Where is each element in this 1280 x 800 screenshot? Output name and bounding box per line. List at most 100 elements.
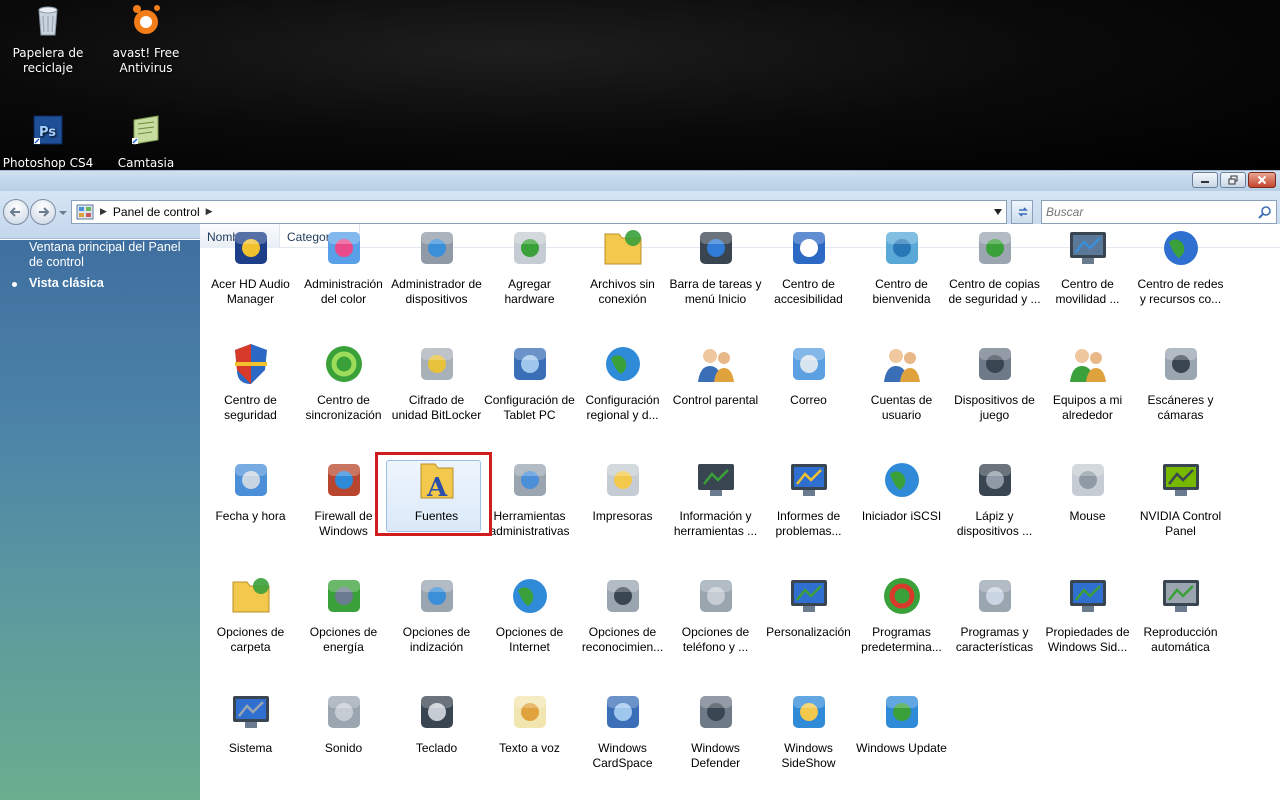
control-panel-item[interactable]: Opciones de indización: [390, 572, 483, 657]
parental-control-icon: [697, 349, 734, 382]
desktop-icon-camtasia[interactable]: Camtasia Studio 6: [98, 112, 194, 172]
control-panel-item[interactable]: Opciones de Internet: [483, 572, 576, 657]
control-panel-item[interactable]: Sistema: [204, 688, 297, 773]
control-panel-item[interactable]: Acer HD Audio Manager: [204, 224, 297, 309]
close-button[interactable]: [1248, 172, 1276, 188]
speech-recognition-icon: [606, 580, 639, 612]
control-panel-item[interactable]: Iniciador iSCSI: [855, 456, 948, 541]
control-panel-item[interactable]: Escáneres y cámaras: [1134, 340, 1227, 425]
control-panel-item[interactable]: Programas y características: [948, 572, 1041, 657]
address-bar[interactable]: ▶ Panel de control ▶: [71, 200, 1007, 224]
control-panel-item[interactable]: Windows Defender: [669, 688, 762, 773]
control-panel-item[interactable]: Centro de bienvenida: [855, 224, 948, 309]
item-label: Centro de bienvenida: [872, 277, 931, 306]
people-near-me-icon: [1069, 349, 1106, 382]
recycle-bin-icon: [38, 6, 58, 36]
control-panel-item[interactable]: Windows CardSpace: [576, 688, 669, 773]
performance-info-icon: [697, 464, 734, 496]
network-center-icon: [1163, 231, 1198, 265]
control-panel-item[interactable]: Centro de movilidad ...: [1041, 224, 1134, 309]
item-label: Control parental: [672, 393, 759, 407]
control-panel-item[interactable]: NVIDIA Control Panel: [1134, 456, 1227, 541]
control-panel-item[interactable]: Opciones de energía: [297, 572, 390, 657]
control-panel-item[interactable]: Configuración de Tablet PC: [483, 340, 576, 425]
control-panel-item[interactable]: Opciones de carpeta: [204, 572, 297, 657]
item-label: Fuentes: [414, 509, 459, 523]
search-box[interactable]: [1041, 200, 1277, 224]
item-label: Teclado: [415, 741, 458, 755]
search-icon[interactable]: [1258, 205, 1272, 219]
control-panel-item[interactable]: Agregar hardware: [483, 224, 576, 309]
control-panel-item[interactable]: Windows SideShow: [762, 688, 855, 773]
desktop-icon-recycle-bin[interactable]: Papelera de reciclaje: [0, 2, 96, 78]
item-label: Sonido: [324, 741, 363, 755]
control-panel-item[interactable]: Mouse: [1041, 456, 1134, 541]
refresh-button[interactable]: [1011, 200, 1033, 224]
control-panel-item[interactable]: Reproducción automática: [1134, 572, 1227, 657]
svg-text:Ps: Ps: [39, 125, 56, 140]
control-panel-item[interactable]: Centro de accesibilidad: [762, 224, 855, 309]
breadcrumb-control-panel[interactable]: Panel de control: [113, 205, 200, 219]
control-panel-item[interactable]: Herramientas administrativas: [483, 456, 576, 541]
item-label: Opciones de carpeta: [216, 625, 285, 654]
control-panel-item[interactable]: Centro de sincronización: [297, 340, 390, 425]
control-panel-item[interactable]: Propiedades de Windows Sid...: [1041, 572, 1134, 657]
printer-icon: [606, 464, 639, 496]
breadcrumb-separator[interactable]: ▶: [206, 207, 213, 217]
item-label: Equipos a mi alrededor: [1052, 393, 1123, 422]
control-panel-item[interactable]: Opciones de teléfono y ...: [669, 572, 762, 657]
iscsi-icon: [884, 463, 919, 497]
search-input[interactable]: [1042, 201, 1252, 223]
user-accounts-icon: [883, 349, 920, 382]
control-panel-item[interactable]: Teclado: [390, 688, 483, 773]
control-panel-item[interactable]: Personalización: [762, 572, 855, 657]
back-arrow-icon: [9, 207, 20, 217]
recent-pages-dropdown-icon[interactable]: [58, 209, 68, 217]
control-panel-item[interactable]: Dispositivos de juego: [948, 340, 1041, 425]
control-panel-item[interactable]: Centro de copias de seguridad y ...: [948, 224, 1041, 309]
taskbar-icon: [699, 232, 732, 264]
forward-button[interactable]: [30, 199, 56, 225]
breadcrumb-separator[interactable]: ▶: [100, 207, 107, 217]
control-panel-item[interactable]: Sonido: [297, 688, 390, 773]
control-panel-item[interactable]: Windows Update: [855, 688, 948, 773]
control-panel-item[interactable]: Centro de redes y recursos co...: [1134, 224, 1227, 309]
control-panel-item[interactable]: Centro de seguridad: [204, 340, 297, 425]
sidebar-item-classic-view[interactable]: Vista clásica: [29, 276, 194, 291]
minimize-button[interactable]: [1192, 172, 1218, 188]
address-dropdown-icon[interactable]: [994, 209, 1002, 215]
control-panel-item[interactable]: Administrador de dispositivos: [390, 224, 483, 309]
add-hardware-icon: [513, 232, 546, 264]
item-label: Windows Update: [856, 741, 947, 755]
sidebar-item-control-panel-home[interactable]: Ventana principal del Panel de control: [29, 240, 194, 270]
desktop-icon-photoshop[interactable]: Ps Photoshop CS4: [0, 112, 96, 172]
control-panel-item[interactable]: Lápiz y dispositivos ...: [948, 456, 1041, 541]
control-panel-item[interactable]: Impresoras: [576, 456, 669, 541]
folder-options-icon: [232, 578, 269, 613]
items-view: Nombre Categoría Acer HD Audio Manager A…: [200, 224, 1280, 800]
control-panel-item[interactable]: Administración del color: [297, 224, 390, 309]
control-panel-item[interactable]: Archivos sin conexión: [576, 224, 669, 309]
control-panel-item[interactable]: Información y herramientas ...: [669, 456, 762, 541]
control-panel-item[interactable]: Control parental: [669, 340, 762, 425]
cardspace-icon: [606, 696, 639, 728]
control-panel-item[interactable]: Cifrado de unidad BitLocker: [390, 340, 483, 425]
refresh-icon: [1018, 207, 1028, 217]
control-panel-item[interactable]: Barra de tareas y menú Inicio: [669, 224, 762, 309]
control-panel-item[interactable]: Programas predetermina...: [855, 572, 948, 657]
control-panel-item[interactable]: A Fuentes: [390, 456, 483, 541]
control-panel-item[interactable]: Informes de problemas...: [762, 456, 855, 541]
control-panel-item[interactable]: Texto a voz: [483, 688, 576, 773]
restore-button[interactable]: [1220, 172, 1246, 188]
back-button[interactable]: [3, 199, 29, 225]
control-panel-item[interactable]: Cuentas de usuario: [855, 340, 948, 425]
control-panel-item[interactable]: Fecha y hora: [204, 456, 297, 541]
control-panel-item[interactable]: Configuración regional y d...: [576, 340, 669, 425]
control-panel-item[interactable]: Correo: [762, 340, 855, 425]
control-panel-item[interactable]: Equipos a mi alrededor: [1041, 340, 1134, 425]
control-panel-item[interactable]: Firewall de Windows: [297, 456, 390, 541]
item-label: Agregar hardware: [504, 277, 555, 306]
desktop-icon-avast[interactable]: avast! Free Antivirus: [98, 2, 194, 78]
control-panel-item[interactable]: Opciones de reconocimien...: [576, 572, 669, 657]
item-label: Centro de sincronización: [305, 393, 382, 422]
